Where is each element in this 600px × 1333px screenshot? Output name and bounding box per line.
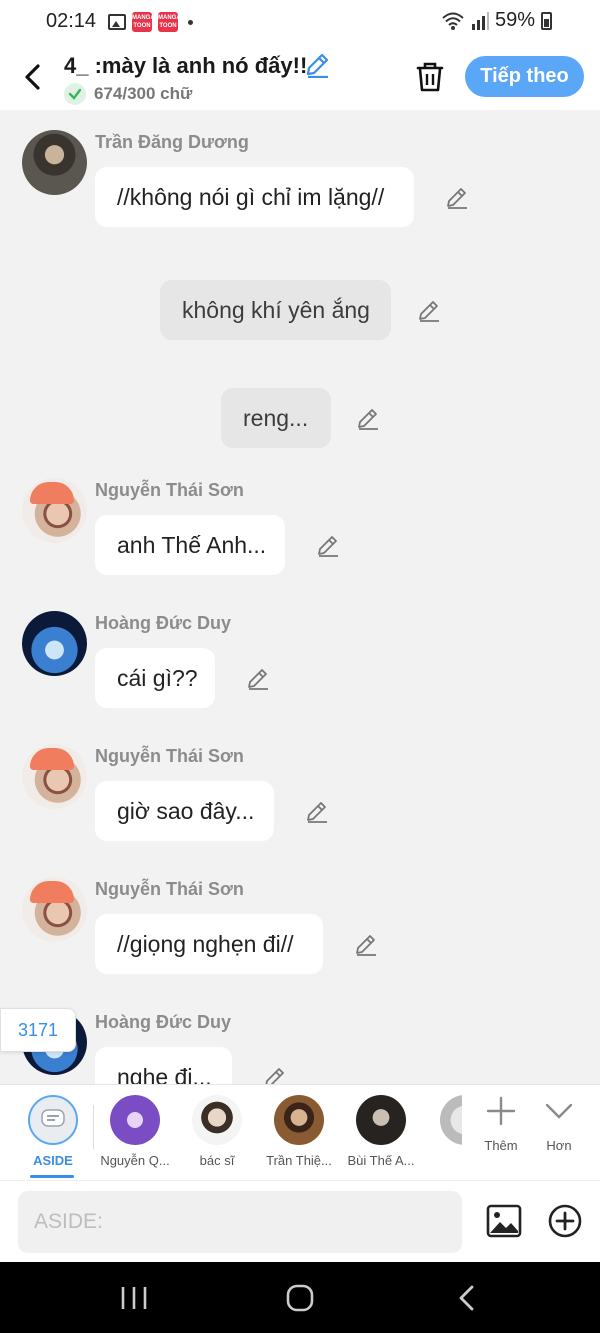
battery-icon — [541, 11, 552, 30]
avatar-hoang-duc-duy[interactable] — [22, 611, 87, 676]
character-avatar — [274, 1095, 324, 1145]
count-badge[interactable]: 3171 — [0, 1008, 76, 1052]
narration-bubble[interactable]: reng... — [221, 388, 331, 448]
notification-icons: MANGA TOON MANGA TOON — [108, 12, 193, 32]
word-count-text: 674/300 chữ — [94, 84, 193, 103]
editor-header: 4_ :mày là anh nó đấy!! 674/300 chữ Tiếp… — [0, 44, 600, 110]
character-option[interactable]: Nguyễn Q... — [94, 1095, 176, 1168]
character-label: Bùi Thế A... — [347, 1153, 415, 1168]
chevron-down-icon — [545, 1103, 573, 1119]
input-bar — [0, 1180, 600, 1262]
sender-name: Nguyễn Thái Sơn — [95, 746, 244, 766]
edit-message-pencil-icon[interactable] — [305, 799, 329, 823]
chapter-title: 4_ :mày là anh nó đấy!! — [64, 53, 308, 78]
message-input[interactable] — [18, 1191, 462, 1253]
insert-image-icon[interactable] — [486, 1203, 522, 1239]
character-avatar — [110, 1095, 160, 1145]
add-character-button[interactable]: Thêm — [476, 1095, 526, 1153]
more-label: Hơn — [546, 1138, 572, 1153]
sender-name: Trần Đăng Dương — [95, 132, 249, 152]
selected-underline — [30, 1175, 74, 1178]
edit-message-pencil-icon[interactable] — [445, 185, 469, 209]
more-notifications-icon — [188, 19, 193, 25]
mangatoon-notification-icon-2: MANGA TOON — [158, 12, 178, 32]
wifi-icon — [442, 12, 464, 30]
delete-trash-icon[interactable] — [414, 60, 446, 94]
edit-message-pencil-icon[interactable] — [354, 932, 378, 956]
character-aside[interactable]: ASIDE — [12, 1095, 94, 1168]
sender-name: Nguyễn Thái Sơn — [95, 480, 244, 500]
android-nav-bar — [0, 1262, 600, 1333]
message-bubble[interactable]: //giọng nghẹn đi// — [95, 914, 323, 974]
character-avatar — [356, 1095, 406, 1145]
gallery-notification-icon — [108, 14, 126, 30]
edit-message-pencil-icon[interactable] — [316, 533, 340, 557]
chat-area[interactable]: Trần Đăng Dương //không nói gì chỉ im lặ… — [0, 110, 600, 1084]
narration-bubble[interactable]: không khí yên ắng — [160, 280, 391, 340]
character-label: Trần Thiệ... — [266, 1153, 332, 1168]
message-bubble[interactable]: //không nói gì chỉ im lặng// — [95, 167, 414, 227]
add-label: Thêm — [484, 1138, 518, 1153]
edit-message-pencil-icon[interactable] — [246, 666, 270, 690]
more-characters-button[interactable]: Hơn — [534, 1095, 584, 1153]
character-option-partial[interactable] — [432, 1095, 462, 1145]
status-bar: 02:14 MANGA TOON MANGA TOON 59% — [0, 0, 600, 44]
aside-avatar — [28, 1095, 78, 1145]
edit-message-pencil-icon[interactable] — [356, 406, 380, 430]
avatar-tran-dang-duong[interactable] — [22, 130, 87, 195]
mangatoon-notification-icon: MANGA TOON — [132, 12, 152, 32]
back-nav-icon[interactable] — [452, 1284, 484, 1312]
recent-apps-icon[interactable] — [118, 1284, 150, 1312]
check-icon — [64, 83, 86, 105]
status-time: 02:14 — [46, 10, 97, 32]
character-option[interactable]: Bùi Thế A... — [340, 1095, 422, 1168]
edit-title-pencil-icon[interactable] — [304, 52, 330, 78]
sender-name: Nguyễn Thái Sơn — [95, 879, 244, 899]
chat-bubble-icon — [41, 1109, 65, 1127]
avatar-nguyen-thai-son[interactable] — [22, 877, 87, 942]
character-option[interactable]: Trần Thiệ... — [258, 1095, 340, 1168]
character-avatar — [440, 1095, 462, 1145]
message-bubble[interactable]: anh Thế Anh... — [95, 515, 285, 575]
avatar-nguyen-thai-son[interactable] — [22, 744, 87, 809]
battery-percent: 59% — [494, 9, 535, 31]
back-button[interactable] — [18, 60, 48, 94]
character-option[interactable]: bác sĩ — [176, 1095, 258, 1168]
character-selector: ASIDE Nguyễn Q... bác sĩ Trần Thiệ... Bù… — [0, 1084, 600, 1180]
avatar-nguyen-thai-son[interactable] — [22, 478, 87, 543]
edit-message-pencil-icon[interactable] — [263, 1065, 287, 1084]
character-label: ASIDE — [33, 1153, 73, 1168]
character-label: Nguyễn Q... — [100, 1153, 170, 1168]
sender-name: Hoàng Đức Duy — [95, 1012, 232, 1032]
home-icon[interactable] — [284, 1284, 316, 1312]
message-bubble[interactable]: nghe đi... — [95, 1047, 232, 1084]
add-circle-icon[interactable] — [547, 1203, 583, 1239]
character-avatar — [192, 1095, 242, 1145]
signal-icon — [471, 11, 489, 30]
status-right: 59% — [441, 9, 552, 32]
edit-message-pencil-icon[interactable] — [417, 298, 441, 322]
plus-icon — [486, 1096, 516, 1126]
word-count: 674/300 chữ — [64, 83, 192, 105]
sender-name: Hoàng Đức Duy — [95, 613, 232, 633]
message-bubble[interactable]: giờ sao đây... — [95, 781, 274, 841]
message-bubble[interactable]: cái gì?? — [95, 648, 215, 708]
next-button[interactable]: Tiếp theo — [465, 56, 584, 97]
character-label: bác sĩ — [199, 1153, 235, 1168]
